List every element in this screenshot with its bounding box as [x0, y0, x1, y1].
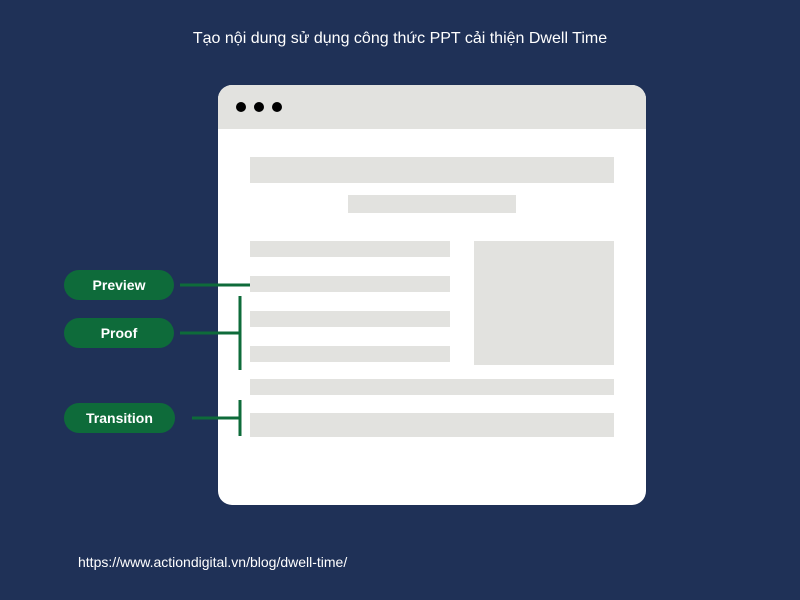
window-control-dot [272, 102, 282, 112]
content-columns [250, 241, 614, 365]
window-control-dot [236, 102, 246, 112]
window-control-dot [254, 102, 264, 112]
placeholder-line-wide [250, 413, 614, 437]
browser-mockup [218, 85, 646, 505]
placeholder-line-wide [250, 379, 614, 395]
left-text-column [250, 241, 450, 365]
source-url: https://www.actiondigital.vn/blog/dwell-… [78, 554, 347, 570]
placeholder-heading [250, 157, 614, 183]
page-title: Tạo nội dung sử dụng công thức PPT cải t… [0, 30, 800, 48]
placeholder-line [250, 311, 450, 327]
placeholder-subheading [348, 195, 515, 213]
tag-transition: Transition [64, 403, 175, 433]
browser-titlebar [218, 85, 646, 129]
tag-proof: Proof [64, 318, 174, 348]
browser-content [218, 129, 646, 475]
placeholder-image [474, 241, 614, 365]
tag-preview: Preview [64, 270, 174, 300]
placeholder-line [250, 346, 450, 362]
placeholder-line [250, 241, 450, 257]
placeholder-line [250, 276, 450, 292]
